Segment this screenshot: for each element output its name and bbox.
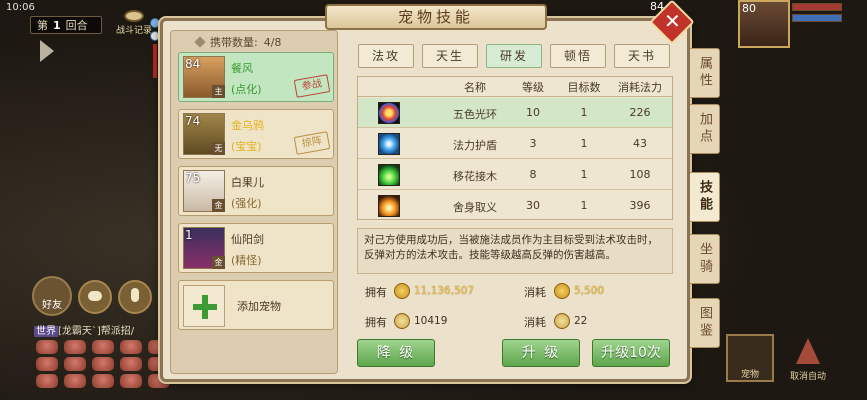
hero-status-bars xyxy=(792,3,842,25)
pet-name: 餐风 xyxy=(231,62,253,75)
green-flame-icon xyxy=(378,164,400,186)
owned-points: 10419 xyxy=(414,315,448,327)
tab-insight[interactable]: 顿悟 xyxy=(550,44,606,68)
pet-card[interactable]: 84 主 餐风 (点化) 参战 xyxy=(178,52,334,102)
coin-icon xyxy=(554,283,570,299)
tab-heavenly-book[interactable]: 天书 xyxy=(614,44,670,68)
cost-label: 消耗 xyxy=(524,316,546,329)
pet-name: 金乌鸦 xyxy=(231,119,264,132)
panel-title: 宠物技能 xyxy=(325,4,547,30)
carry-count: 携带数量: 4/8 xyxy=(194,34,281,50)
downgrade-button[interactable]: 降 级 xyxy=(357,339,435,367)
tab-innate[interactable]: 天生 xyxy=(422,44,478,68)
pet-card[interactable]: 75 金 白果儿 (强化) xyxy=(178,166,334,216)
side-tab-mount[interactable]: 坐骑 xyxy=(690,234,720,284)
coin-icon xyxy=(394,283,410,299)
skill-description: 对己方使用成功后，当被施法成员作为主目标受到法术攻击时，反弹对方的法术攻击。技能… xyxy=(357,228,673,274)
vortex-shield-icon xyxy=(378,133,400,155)
table-header: 名称 等级 目标数 消耗法力 xyxy=(358,77,672,97)
pet-status-stamp: 掠阵 xyxy=(293,131,331,155)
side-tab-points[interactable]: 加点 xyxy=(690,104,720,154)
upgrade-ten-button[interactable]: 升级10次 xyxy=(592,339,670,367)
skill-point-icon xyxy=(554,313,570,329)
sacrifice-fire-icon xyxy=(378,195,400,217)
microphone-icon[interactable] xyxy=(118,280,152,314)
world-chat-line[interactable]: 世界 [龙霸天`]帮派招/ xyxy=(34,322,134,337)
pet-command-button[interactable]: 宠物 xyxy=(726,334,774,382)
plus-icon xyxy=(183,285,225,327)
diamond-icon xyxy=(194,36,206,48)
round-counter: 第 1 回合 xyxy=(30,16,102,34)
pet-name: 仙阳剑 xyxy=(231,233,264,246)
friend-button[interactable]: 好友 xyxy=(32,276,72,316)
table-row[interactable]: 法力护盾 3 1 43 xyxy=(358,129,672,159)
upgrade-button[interactable]: 升 级 xyxy=(502,339,580,367)
owned-coins: 11,136,507 xyxy=(414,285,475,297)
close-icon: ✕ xyxy=(663,9,681,34)
pet-type: (点化) xyxy=(231,83,262,96)
side-tab-skills[interactable]: 技能 xyxy=(690,172,720,222)
hero-level: 80 xyxy=(742,2,756,15)
add-pet-button[interactable]: 添加宠物 xyxy=(178,280,334,330)
eye-icon xyxy=(124,10,144,22)
chat-bubble-icon[interactable] xyxy=(78,280,112,314)
table-row[interactable]: 五色光环 10 1 226 xyxy=(358,98,672,128)
rainbow-ring-icon xyxy=(378,102,400,124)
round-number: 1 xyxy=(53,18,61,32)
table-row[interactable]: 移花接木 8 1 108 xyxy=(358,160,672,190)
cancel-auto-button[interactable]: 取消自动 xyxy=(782,334,834,382)
team-units xyxy=(36,340,170,388)
pet-card[interactable]: 74 无 金乌鸦 (宝宝) 掠阵 xyxy=(178,109,334,159)
pet-type: (强化) xyxy=(231,197,262,210)
side-tab-handbook[interactable]: 图鉴 xyxy=(690,298,720,348)
world-chat-tag: 世界 xyxy=(34,326,58,337)
side-tab-attributes[interactable]: 属性 xyxy=(690,48,720,98)
skill-table: 名称 等级 目标数 消耗法力 五色光环 10 1 226 法力护盾 3 1 43… xyxy=(357,76,673,220)
pet-type: (宝宝) xyxy=(231,140,262,153)
cost-coins: 5,500 xyxy=(574,285,605,297)
pet-card[interactable]: 1 金 仙阳剑 (精怪) xyxy=(178,223,334,273)
skill-point-icon xyxy=(394,313,410,329)
tab-research[interactable]: 研发 xyxy=(486,44,542,68)
owned-label: 拥有 xyxy=(365,286,387,299)
cost-label: 消耗 xyxy=(524,286,546,299)
back-arrow-icon[interactable] xyxy=(40,40,54,62)
tab-spell-attack[interactable]: 法攻 xyxy=(358,44,414,68)
pet-status-stamp: 参战 xyxy=(293,74,331,98)
owned-label: 拥有 xyxy=(365,316,387,329)
pet-name: 白果儿 xyxy=(231,176,264,189)
cost-points: 22 xyxy=(574,315,588,327)
pet-type: (精怪) xyxy=(231,254,262,267)
clock: 10:06 xyxy=(6,1,35,13)
table-row[interactable]: 舍身取义 30 1 396 xyxy=(358,191,672,221)
